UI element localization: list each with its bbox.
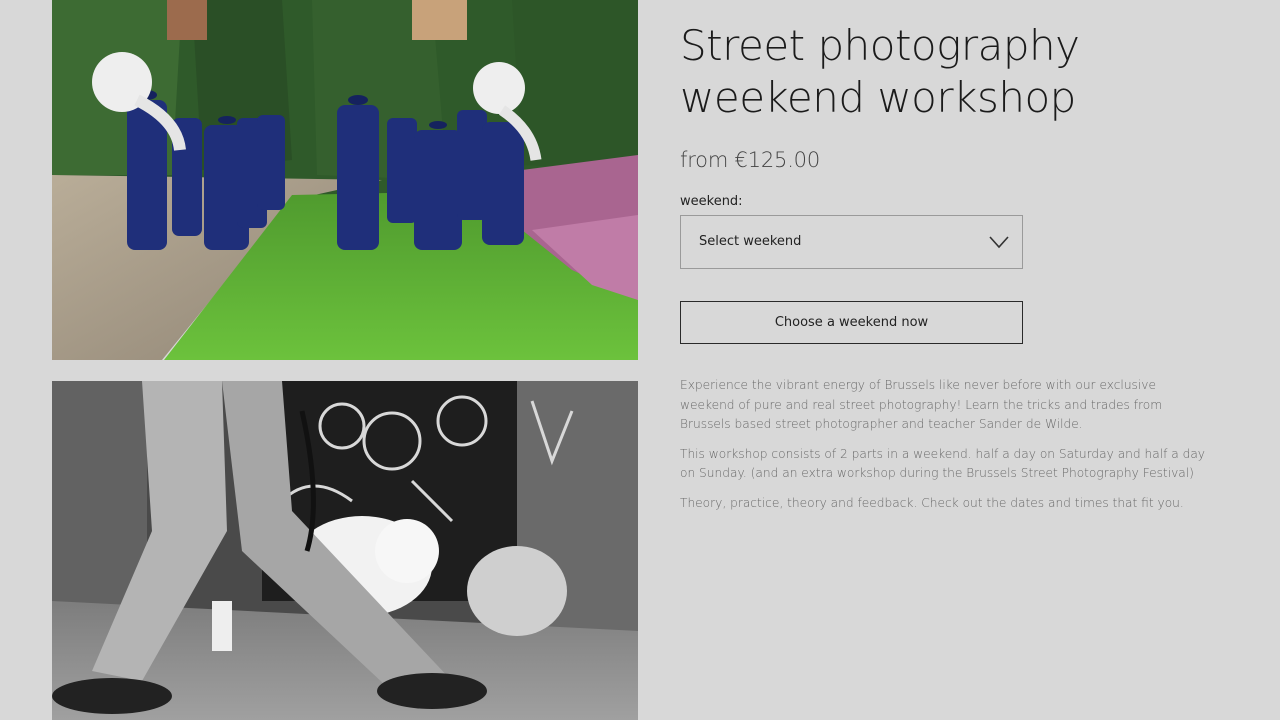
description-paragraph: Theory, practice, theory and feedback. C… [680,495,1184,510]
photo-marching-band[interactable] [52,0,638,360]
product-price: from €125.00 [680,148,820,172]
description-paragraph: This workshop consists of 2 parts in a w… [680,446,1206,481]
product-description: Experience the vibrant energy of Brussel… [680,376,1210,513]
weekend-select-value: Select weekend [699,234,802,249]
chevron-down-icon [989,236,1009,249]
choose-weekend-button[interactable]: Choose a weekend now [680,301,1023,344]
dog-walker-image [52,381,638,720]
marching-band-image [52,0,638,360]
weekend-select[interactable]: Select weekend [680,215,1023,269]
photo-dog-walker[interactable] [52,381,638,720]
variant-label: weekend: [680,194,743,209]
product-page: Street photography weekend workshop from… [0,0,1280,720]
product-title: Street photography weekend workshop [680,21,1080,122]
description-paragraph: Experience the vibrant energy of Brussel… [680,378,1163,431]
product-details: Street photography weekend workshop from… [680,0,1240,523]
